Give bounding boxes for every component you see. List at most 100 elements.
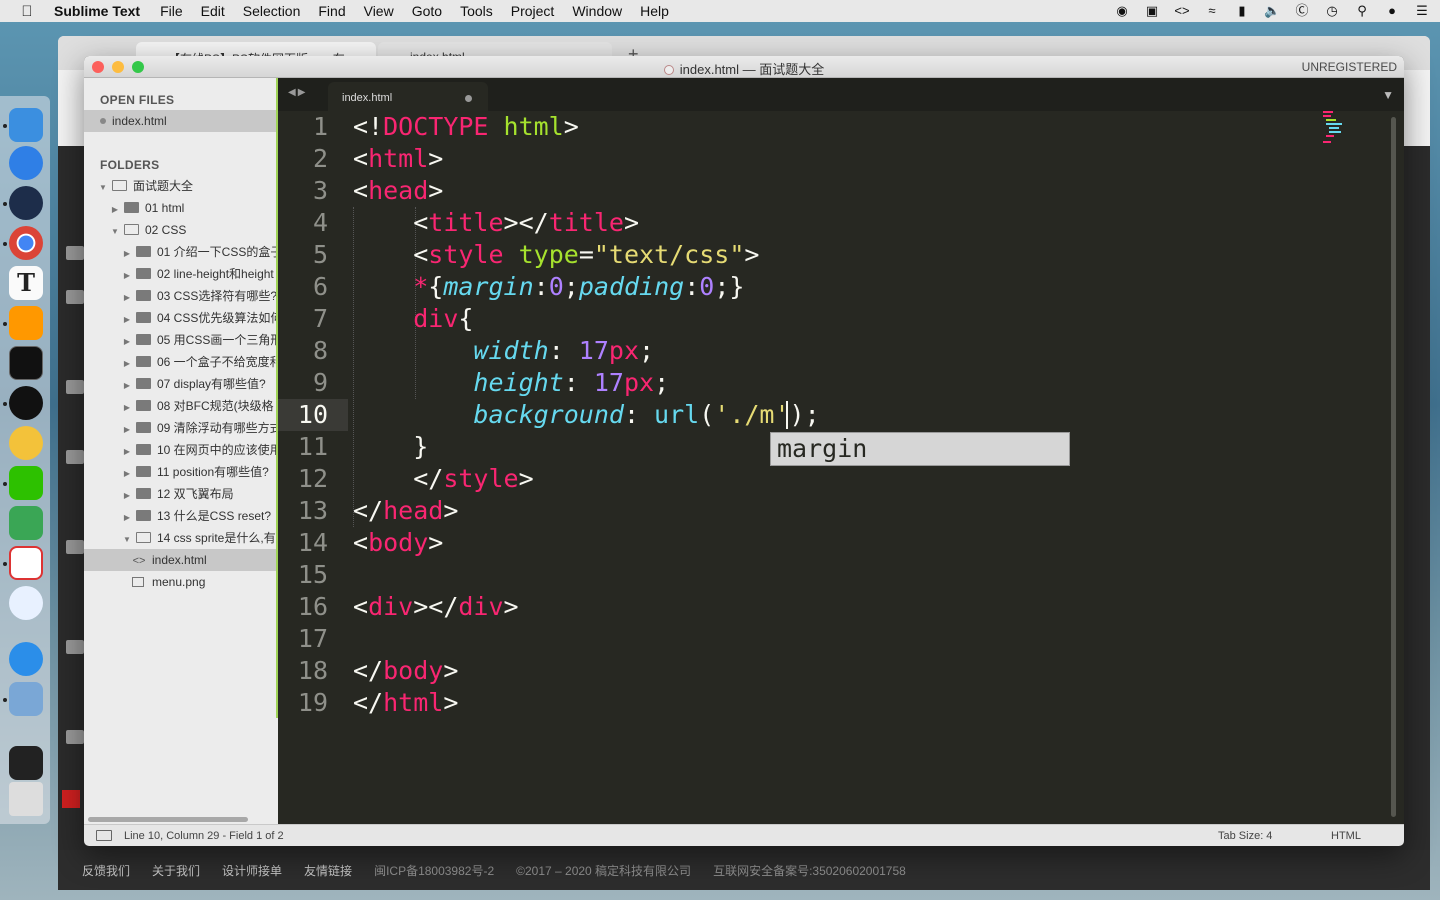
code-icon[interactable]: <>: [1174, 4, 1190, 18]
disclosure-closed-icon[interactable]: ▶: [122, 375, 132, 395]
input-source-icon[interactable]: Ⓒ: [1294, 4, 1310, 18]
preview-icon[interactable]: [9, 682, 43, 716]
sidebar-folder-item[interactable]: ▶ 06 一个盒子不给宽度和: [84, 351, 278, 373]
sidebar-folder-item[interactable]: ▶ 13 什么是CSS reset?: [84, 505, 278, 527]
recent-document-icon[interactable]: [9, 746, 43, 780]
sidebar-folder-item[interactable]: ▶ 09 清除浮动有哪些方式: [84, 417, 278, 439]
menu-help[interactable]: Help: [640, 3, 669, 19]
sidebar-file-item[interactable]: <> index.html: [84, 549, 278, 571]
menu-edit[interactable]: Edit: [201, 3, 225, 19]
sidebar-file-item[interactable]: menu.png: [84, 571, 278, 593]
siri-icon[interactable]: ●: [1384, 4, 1400, 18]
wps-office-icon[interactable]: [9, 546, 43, 580]
open-file-item[interactable]: index.html: [84, 110, 278, 132]
sidebar-folder-item[interactable]: ▶ 02 line-height和height: [84, 263, 278, 285]
unsaved-dot-icon[interactable]: [465, 95, 472, 102]
quicktime-icon[interactable]: [9, 186, 43, 220]
sidebar-folder-item[interactable]: ▼ 02 CSS: [84, 219, 278, 241]
disclosure-closed-icon[interactable]: ▶: [122, 507, 132, 527]
sidebar-horizontal-scrollbar[interactable]: [88, 817, 248, 822]
syntax-selector[interactable]: HTML: [1331, 830, 1361, 842]
qq-icon[interactable]: [9, 386, 43, 420]
baidu-netdisk-icon[interactable]: [9, 586, 43, 620]
sidebar-folder-item[interactable]: ▶ 11 position有哪些值?: [84, 461, 278, 483]
menu-find[interactable]: Find: [318, 3, 345, 19]
typora-icon[interactable]: T: [9, 266, 43, 300]
folder-root[interactable]: ▼ 面试题大全: [84, 175, 278, 197]
disclosure-closed-icon[interactable]: ▶: [122, 331, 132, 351]
app-menu[interactable]: Sublime Text: [54, 3, 140, 19]
sidebar-folder-item[interactable]: ▶ 10 在网页中的应该使用: [84, 439, 278, 461]
tab-index-html[interactable]: index.html: [328, 82, 488, 111]
disclosure-open-icon[interactable]: ▼: [122, 529, 132, 549]
menu-tools[interactable]: Tools: [460, 3, 493, 19]
disclosure-closed-icon[interactable]: ▶: [122, 287, 132, 307]
sidebar-folder-item[interactable]: ▶ 04 CSS优先级算法如何: [84, 307, 278, 329]
spotlight-icon[interactable]: ⚲: [1354, 4, 1370, 18]
autocomplete-item[interactable]: margin: [777, 434, 867, 463]
ps-tool-icon[interactable]: [66, 540, 84, 554]
ps-tool-icon[interactable]: [66, 640, 84, 654]
disclosure-closed-icon[interactable]: ▶: [122, 243, 132, 263]
vertical-scrollbar[interactable]: [1391, 117, 1396, 817]
finder-icon[interactable]: [9, 108, 43, 142]
disclosure-closed-icon[interactable]: ▶: [110, 199, 120, 219]
safari-icon[interactable]: [9, 146, 43, 180]
disclosure-open-icon[interactable]: ▼: [98, 177, 108, 197]
icp-number[interactable]: 闽ICP备18003982号-2: [374, 862, 494, 879]
trash-icon[interactable]: [9, 782, 43, 816]
disclosure-closed-icon[interactable]: ▶: [122, 265, 132, 285]
disclosure-open-icon[interactable]: ▼: [110, 221, 120, 241]
footer-link-feedback[interactable]: 反馈我们: [82, 862, 130, 879]
sidebar-folder-item[interactable]: ▶ 12 双飞翼布局: [84, 483, 278, 505]
sublime-text-icon[interactable]: [9, 306, 43, 340]
hbuilder-icon[interactable]: [9, 506, 43, 540]
battery-icon[interactable]: ▮: [1234, 4, 1250, 18]
menu-view[interactable]: View: [364, 3, 394, 19]
sidebar-folder-item[interactable]: ▶ 01 介绍一下CSS的盒子: [84, 241, 278, 263]
wechat-icon[interactable]: [9, 466, 43, 500]
disclosure-closed-icon[interactable]: ▶: [122, 419, 132, 439]
tab-nav-arrows-icon[interactable]: ◀▶: [288, 87, 307, 98]
menu-selection[interactable]: Selection: [243, 3, 301, 19]
sidebar-folder-item[interactable]: ▼ 14 css sprite是什么,有: [84, 527, 278, 549]
ps-tool-icon[interactable]: [66, 380, 84, 394]
sidebar-folder-item[interactable]: ▶ 03 CSS选择符有哪些?: [84, 285, 278, 307]
disclosure-closed-icon[interactable]: ▶: [122, 397, 132, 417]
chrome-icon[interactable]: [9, 226, 43, 260]
menu-goto[interactable]: Goto: [412, 3, 442, 19]
chat-app-icon[interactable]: [9, 426, 43, 460]
footer-link-designer[interactable]: 设计师接单: [222, 862, 282, 879]
minimap[interactable]: [1323, 111, 1363, 161]
terminal-icon[interactable]: [9, 346, 43, 380]
security-record[interactable]: 互联网安全备案号:35020602001758: [713, 862, 906, 879]
ps-tool-icon[interactable]: [66, 290, 84, 304]
foreground-color-swatch[interactable]: [62, 790, 80, 808]
tab-size-selector[interactable]: Tab Size: 4: [1218, 830, 1272, 842]
menu-window[interactable]: Window: [572, 3, 622, 19]
footer-link-friends[interactable]: 友情链接: [304, 862, 352, 879]
wps-icon[interactable]: ▣: [1144, 4, 1160, 18]
apple-menu-icon[interactable]: : [0, 3, 54, 20]
sidebar-folder-item[interactable]: ▶ 05 用CSS画一个三角形: [84, 329, 278, 351]
disclosure-closed-icon[interactable]: ▶: [122, 463, 132, 483]
sidebar-folder-item[interactable]: ▶ 07 display有哪些值?: [84, 373, 278, 395]
disclosure-closed-icon[interactable]: ▶: [122, 353, 132, 373]
panel-toggle-icon[interactable]: [96, 830, 112, 841]
dingtalk-icon[interactable]: [9, 642, 43, 676]
notification-center-icon[interactable]: ☰: [1414, 4, 1430, 18]
menu-project[interactable]: Project: [511, 3, 555, 19]
record-icon[interactable]: ◉: [1114, 4, 1130, 18]
disclosure-closed-icon[interactable]: ▶: [122, 441, 132, 461]
menu-file[interactable]: File: [160, 3, 183, 19]
clock-icon[interactable]: ◷: [1324, 4, 1340, 18]
footer-link-about[interactable]: 关于我们: [152, 862, 200, 879]
wifi-icon[interactable]: ≈: [1204, 4, 1220, 18]
sidebar-folder-item[interactable]: ▶ 01 html: [84, 197, 278, 219]
disclosure-closed-icon[interactable]: ▶: [122, 485, 132, 505]
ps-tool-icon[interactable]: [66, 730, 84, 744]
disclosure-closed-icon[interactable]: ▶: [122, 309, 132, 329]
code-editor[interactable]: 1 2 3 4 5 6 7 8 9 10 11 12 13 14 15 16 17 18 19 <!DOCTYPE …: [278, 111, 1404, 824]
autocomplete-popup[interactable]: margin: [770, 432, 1070, 466]
sidebar-folder-item[interactable]: ▶ 08 对BFC规范(块级格: [84, 395, 278, 417]
